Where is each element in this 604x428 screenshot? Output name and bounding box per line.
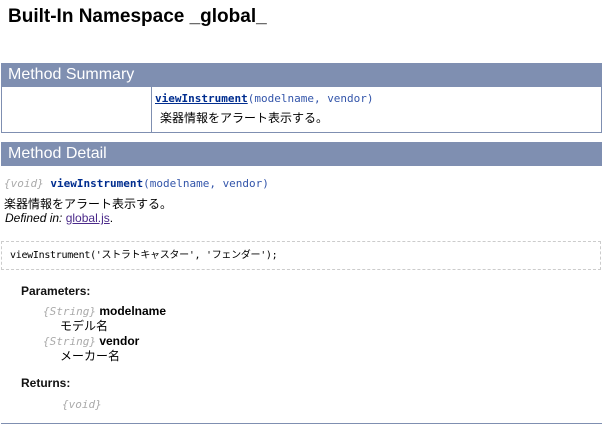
- method-detail-header: Method Detail: [1, 142, 602, 166]
- param-name: vendor: [99, 334, 140, 348]
- param-name: modelname: [99, 304, 167, 318]
- param-type: {String}: [43, 335, 96, 348]
- method-link[interactable]: viewInstrument: [155, 92, 248, 105]
- method-args: (modelname, vendor): [247, 92, 374, 105]
- detail-description: 楽器情報をアラート表示する。: [4, 197, 173, 211]
- summary-description: 楽器情報をアラート表示する。: [160, 111, 329, 125]
- parameter-item: {String} modelname: [43, 304, 166, 319]
- parameter-item: {String} vendor: [43, 334, 166, 349]
- defined-in-label: Defined in:: [5, 211, 63, 225]
- returns-label: Returns:: [21, 376, 71, 390]
- method-name: viewInstrument: [50, 177, 144, 190]
- method-summary-header: Method Summary: [1, 63, 602, 87]
- method-summary-table: viewInstrument(modelname, vendor) 楽器情報をア…: [1, 87, 602, 133]
- detail-signature: {void} viewInstrument(modelname, vendor): [4, 177, 269, 190]
- param-desc: モデル名: [60, 319, 109, 333]
- method-args: (modelname, vendor): [143, 177, 269, 190]
- parameters-label: Parameters:: [21, 284, 91, 298]
- returns-type: {void}: [62, 398, 102, 411]
- summary-signature: viewInstrument(modelname, vendor): [155, 92, 374, 105]
- return-type: {void}: [4, 177, 44, 190]
- page-title: Built-In Namespace _global_: [8, 6, 267, 27]
- source-file-link[interactable]: global.js: [66, 211, 110, 225]
- defined-in: Defined in: global.js.: [5, 211, 113, 225]
- param-type: {String}: [43, 305, 96, 318]
- bottom-divider: [1, 423, 602, 424]
- param-desc: メーカー名: [60, 349, 121, 363]
- example-code: viewInstrument('ストラトキャスター', 'フェンダー');: [1, 241, 601, 270]
- parameters-list: {String} modelname モデル名 {String} vendor …: [43, 304, 166, 364]
- period: .: [109, 211, 114, 225]
- summary-type-cell: [2, 87, 152, 132]
